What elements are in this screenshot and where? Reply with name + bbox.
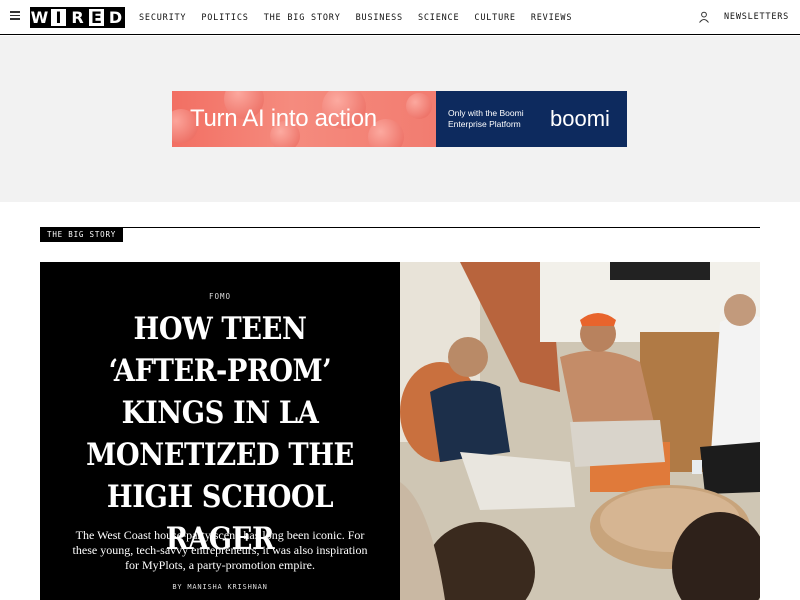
photo-glass — [692, 460, 702, 474]
logo-letter: W — [30, 7, 49, 28]
ad-headline: Turn AI into action — [190, 105, 377, 132]
feature-photo[interactable] — [400, 262, 760, 600]
nav-item-business[interactable]: BUSINESS — [356, 13, 403, 23]
photo-dark-pants — [700, 442, 760, 494]
photo-grey-shorts — [570, 420, 665, 467]
section-divider — [40, 227, 760, 228]
nav-item-culture[interactable]: CULTURE — [474, 13, 515, 23]
photo-tv — [610, 262, 710, 280]
site-header: W I R E D SECURITY POLITICS THE BIG STOR… — [0, 0, 800, 35]
logo-letter: I — [49, 7, 68, 28]
user-account-icon[interactable] — [698, 11, 710, 23]
boomi-ad-banner[interactable]: Turn AI into action Only with the Boomi … — [172, 91, 627, 147]
feature-text-panel: FOMO HOW TEEN ‘AFTER-PROM’ KINGS IN LA M… — [40, 262, 400, 600]
feature-headline[interactable]: HOW TEEN ‘AFTER-PROM’ KINGS IN LA MONETI… — [79, 308, 361, 560]
hamburger-menu-icon[interactable] — [10, 11, 20, 20]
feature-rubric[interactable]: FOMO — [40, 292, 400, 301]
photo-head — [724, 294, 756, 326]
ad-brand-logo: boomi — [550, 106, 610, 131]
nav-item-reviews[interactable]: REVIEWS — [531, 13, 572, 23]
feature-byline[interactable]: BY MANISHA KRISHNAN — [40, 583, 400, 591]
newsletters-link[interactable]: NEWSLETTERS — [724, 12, 789, 22]
nav-item-politics[interactable]: POLITICS — [201, 13, 248, 23]
ad-left-panel: Turn AI into action — [172, 91, 436, 147]
ad-subline: Only with the Boomi Enterprise Platform — [448, 108, 524, 129]
ad-band: Turn AI into action Only with the Boomi … — [0, 36, 800, 202]
logo-letter: E — [87, 7, 106, 28]
main-nav: SECURITY POLITICS THE BIG STORY BUSINESS… — [139, 0, 587, 35]
section-label[interactable]: THE BIG STORY — [40, 228, 124, 242]
feature-dek: The West Coast house-party scene has lon… — [72, 528, 368, 572]
logo-letter: D — [106, 7, 125, 28]
photo-person-navy-shirt — [430, 380, 510, 462]
nav-item-the-big-story[interactable]: THE BIG STORY — [264, 13, 341, 23]
nav-item-security[interactable]: SECURITY — [139, 13, 186, 23]
photo-head — [448, 337, 488, 377]
nav-item-science[interactable]: SCIENCE — [418, 13, 459, 23]
ad-right-panel: Only with the Boomi Enterprise Platform … — [436, 91, 627, 147]
ad-bubble — [406, 93, 432, 119]
logo-letter: R — [68, 7, 87, 28]
wired-logo[interactable]: W I R E D — [30, 7, 125, 28]
